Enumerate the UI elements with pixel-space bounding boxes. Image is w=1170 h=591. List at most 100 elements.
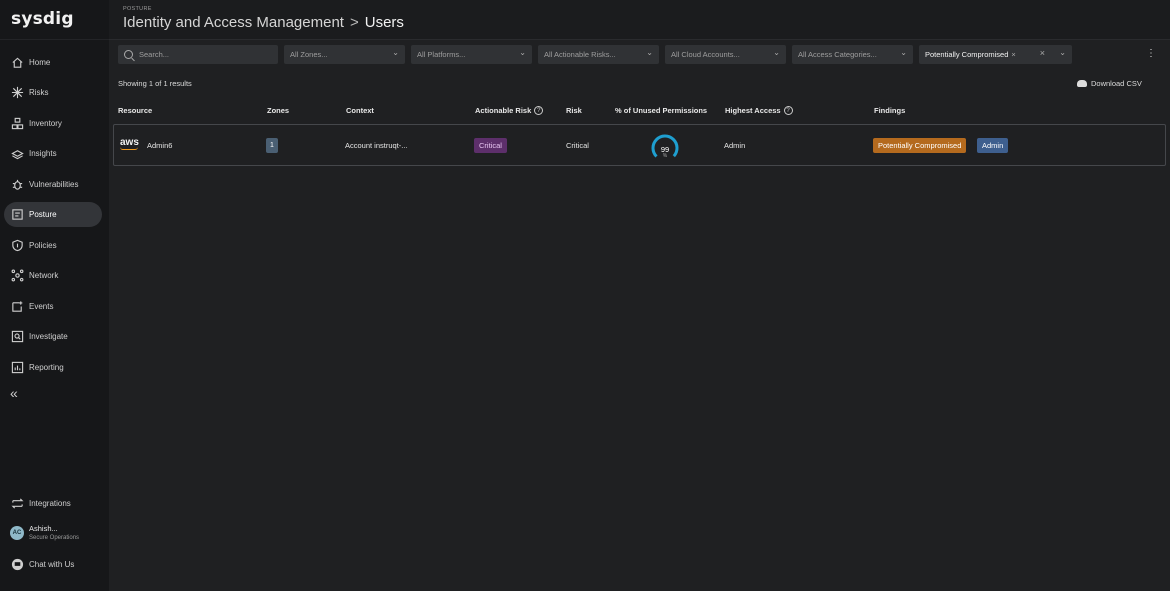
more-options-icon[interactable]: ⋮	[1146, 48, 1156, 59]
nav-item-vulnerabilities[interactable]: Vulnerabilities	[4, 172, 102, 197]
findings-filter[interactable]: Potentially Compromised × × ⌄	[919, 45, 1072, 64]
cloud-accounts-filter[interactable]: All Cloud Accounts... ⌄	[665, 45, 786, 64]
column-header-context[interactable]: Context	[346, 106, 374, 115]
actionable-risks-filter[interactable]: All Actionable Risks... ⌄	[538, 45, 659, 64]
nav-item-events[interactable]: Events	[4, 294, 102, 319]
cloud-download-icon	[1077, 80, 1087, 87]
page-title: Identity and Access Management > Users	[123, 14, 404, 31]
nav-label: Integrations	[29, 499, 71, 508]
integrations-icon	[10, 497, 24, 511]
nav-label: Posture	[29, 210, 57, 219]
chevron-down-icon: ⌄	[392, 48, 399, 57]
search-input[interactable]: Search...	[118, 45, 278, 64]
resource-name[interactable]: Admin6	[147, 141, 172, 150]
page-header: POSTURE Identity and Access Management > U…	[109, 0, 1170, 40]
nav-item-integrations[interactable]: Integrations	[4, 491, 102, 516]
nav-item-investigate[interactable]: Investigate	[4, 324, 102, 349]
active-filter-chip: Potentially Compromised	[925, 50, 1009, 59]
remove-chip-icon[interactable]: ×	[1011, 50, 1015, 59]
nav-label: Policies	[29, 241, 57, 250]
platforms-filter[interactable]: All Platforms... ⌄	[411, 45, 532, 64]
column-header-risk[interactable]: Risk	[566, 106, 582, 115]
platforms-filter-label: All Platforms...	[417, 50, 466, 59]
zones-count-badge[interactable]: 1	[266, 138, 278, 153]
results-count: Showing 1 of 1 results	[118, 79, 192, 88]
access-categories-filter[interactable]: All Access Categories... ⌄	[792, 45, 913, 64]
nav-label: Risks	[29, 88, 49, 97]
network-icon	[10, 269, 24, 283]
access-categories-filter-label: All Access Categories...	[798, 50, 877, 59]
reporting-icon	[10, 361, 24, 375]
investigate-icon	[10, 330, 24, 344]
nav-item-policies[interactable]: Policies	[4, 233, 102, 258]
chat-icon	[10, 558, 24, 572]
zones-filter-label: All Zones...	[290, 50, 328, 59]
finding-badge-compromised: Potentially Compromised	[873, 138, 967, 153]
nav-item-insights[interactable]: Insights	[4, 141, 102, 166]
unused-permissions-unit: %	[662, 153, 668, 159]
nav-label: Reporting	[29, 363, 64, 372]
user-name: Ashish...	[29, 524, 58, 533]
download-csv-label: Download CSV	[1091, 79, 1142, 88]
breadcrumb[interactable]: POSTURE	[123, 6, 152, 12]
nav-label: Insights	[29, 149, 57, 158]
chevron-down-icon: ⌄	[646, 48, 653, 57]
nav-item-reporting[interactable]: Reporting	[4, 355, 102, 380]
events-icon	[10, 300, 24, 314]
user-profile[interactable]: AC Ashish... Secure Operations	[10, 524, 79, 541]
column-header-zones[interactable]: Zones	[267, 106, 289, 115]
nav-item-inventory[interactable]: Inventory	[4, 111, 102, 136]
search-placeholder: Search...	[139, 50, 170, 59]
title-section[interactable]: Identity and Access Management	[123, 14, 344, 31]
chevron-down-icon: ⌄	[1059, 48, 1066, 57]
context-value: Account instruqt-...	[345, 141, 408, 150]
search-icon	[124, 50, 133, 59]
help-icon[interactable]: ?	[534, 106, 544, 115]
sysdig-logo[interactable]: sysdig	[11, 9, 74, 29]
collapse-sidebar-icon[interactable]: «	[10, 385, 18, 401]
risk-value: Critical	[566, 141, 589, 150]
nav-item-risks[interactable]: Risks	[4, 80, 102, 105]
vulnerabilities-icon	[10, 178, 24, 192]
nav-label: Network	[29, 271, 59, 280]
finding-badge-admin: Admin	[977, 138, 1009, 153]
risks-icon	[10, 86, 24, 100]
nav-label: Home	[29, 58, 51, 67]
nav-item-posture[interactable]: Posture	[4, 202, 102, 227]
home-icon	[10, 56, 24, 70]
column-header-findings[interactable]: Findings	[874, 106, 905, 115]
nav-label: Inventory	[29, 119, 62, 128]
inventory-icon	[10, 117, 24, 131]
avatar: AC	[10, 525, 24, 540]
nav-label: Events	[29, 302, 54, 311]
nav-label: Investigate	[29, 332, 68, 341]
column-header-highest-access[interactable]: Highest Access?	[725, 106, 793, 115]
chevron-down-icon: ⌄	[773, 48, 780, 57]
nav-item-network[interactable]: Network	[4, 263, 102, 288]
download-csv-button[interactable]: Download CSV	[1077, 79, 1142, 88]
clear-filter-icon[interactable]: ×	[1040, 48, 1045, 58]
column-header-actionable-risk[interactable]: Actionable Risk?	[475, 106, 544, 115]
column-header-unused-permissions[interactable]: % of Unused Permissions	[615, 106, 707, 115]
chevron-down-icon: ⌄	[519, 48, 526, 57]
sidebar: sysdig Home Risks Inventory Insights Vul…	[0, 0, 109, 591]
title-current: Users	[364, 14, 404, 31]
nav-label: Chat with Us	[29, 560, 75, 569]
insights-icon	[10, 147, 24, 161]
highest-access-value: Admin	[724, 141, 746, 150]
chat-with-us[interactable]: Chat with Us	[4, 552, 102, 577]
nav-item-home[interactable]: Home	[4, 50, 102, 75]
policies-icon	[10, 239, 24, 253]
divider	[0, 39, 109, 40]
cloud-accounts-filter-label: All Cloud Accounts...	[671, 50, 740, 59]
zones-filter[interactable]: All Zones... ⌄	[284, 45, 405, 64]
user-role: Secure Operations	[29, 535, 80, 541]
chevron-down-icon: ⌄	[900, 48, 907, 57]
column-header-resource[interactable]: Resource	[118, 106, 152, 115]
actionable-risk-badge: Critical	[474, 138, 507, 153]
actionable-risks-filter-label: All Actionable Risks...	[544, 50, 616, 59]
nav-label: Vulnerabilities	[29, 180, 79, 189]
posture-icon	[10, 208, 24, 222]
help-icon[interactable]: ?	[783, 106, 793, 115]
chevron-right-icon: >	[349, 14, 359, 31]
